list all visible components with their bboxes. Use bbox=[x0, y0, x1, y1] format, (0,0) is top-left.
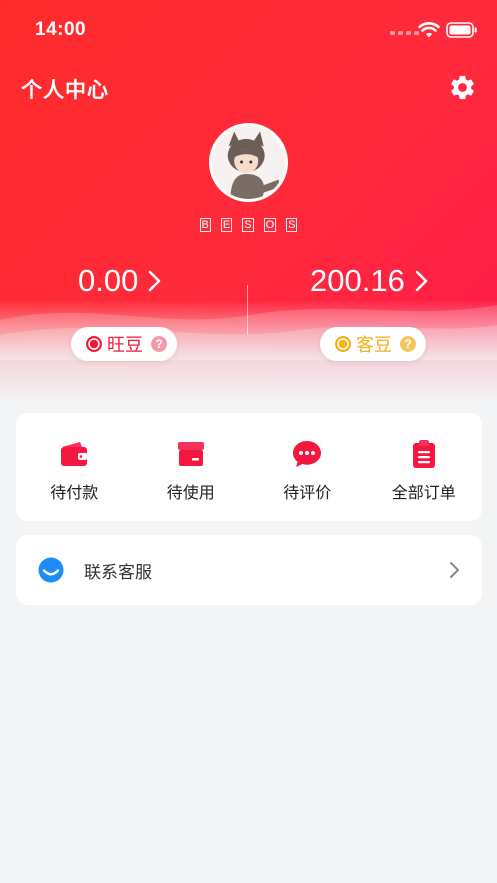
order-to-use[interactable]: 待使用 bbox=[133, 413, 250, 521]
clipboard-icon bbox=[412, 440, 435, 468]
wangdou-label: 旺豆 bbox=[107, 335, 143, 355]
avatar[interactable] bbox=[209, 123, 288, 202]
kedou-balance[interactable]: 200.16 bbox=[310, 263, 428, 299]
order-label: 全部订单 bbox=[391, 485, 456, 502]
wangdou-balance[interactable]: 0.00 bbox=[78, 263, 161, 299]
status-bar: 14:00 bbox=[0, 0, 497, 60]
order-pending-payment[interactable]: 待付款 bbox=[16, 413, 133, 521]
help-icon[interactable]: ? bbox=[400, 336, 416, 352]
signal-icon bbox=[390, 31, 419, 35]
username-char: E bbox=[220, 218, 233, 232]
smile-icon bbox=[38, 557, 64, 583]
order-label: 待评价 bbox=[283, 485, 332, 502]
kedou-pill[interactable]: 客豆 ? bbox=[320, 327, 426, 361]
contact-service-row[interactable]: 联系客服 bbox=[16, 535, 482, 605]
wangdou-coin-icon bbox=[86, 336, 102, 352]
username-char: O bbox=[263, 218, 277, 232]
profile-screen: 14:00 个人中心 BESOS 0.00 200.16 旺豆 ? 客豆 ? 待… bbox=[0, 0, 497, 883]
settings-gear-icon[interactable] bbox=[448, 73, 477, 102]
order-to-review[interactable]: 待评价 bbox=[249, 413, 366, 521]
divider bbox=[247, 285, 248, 335]
kedou-label: 客豆 bbox=[356, 335, 392, 355]
wallet-icon bbox=[61, 442, 88, 466]
cartoon-avatar-image bbox=[212, 126, 285, 199]
chevron-right-icon bbox=[415, 270, 428, 292]
username-char: B bbox=[199, 218, 211, 232]
username-char: S bbox=[286, 218, 298, 232]
username: BESOS bbox=[0, 218, 497, 232]
wangdou-value: 0.00 bbox=[78, 263, 139, 298]
contact-service-label: 联系客服 bbox=[84, 562, 152, 582]
wifi-icon bbox=[418, 22, 440, 38]
order-all[interactable]: 全部订单 bbox=[366, 413, 483, 521]
box-icon bbox=[177, 442, 204, 466]
wangdou-pill[interactable]: 旺豆 ? bbox=[71, 327, 177, 361]
chevron-right-icon bbox=[149, 270, 161, 292]
kedou-coin-icon bbox=[335, 336, 351, 352]
status-time: 14:00 bbox=[35, 19, 87, 40]
page-title: 个人中心 bbox=[21, 79, 109, 102]
order-label: 待付款 bbox=[50, 485, 99, 502]
order-label: 待使用 bbox=[166, 485, 215, 502]
chevron-right-icon bbox=[450, 562, 459, 578]
chat-bubble-icon bbox=[293, 441, 322, 467]
help-icon[interactable]: ? bbox=[151, 336, 167, 352]
kedou-value: 200.16 bbox=[310, 263, 405, 298]
battery-icon bbox=[446, 22, 477, 38]
username-char: S bbox=[242, 218, 254, 232]
orders-card: 待付款 待使用 待评价 全部订单 bbox=[16, 413, 482, 521]
